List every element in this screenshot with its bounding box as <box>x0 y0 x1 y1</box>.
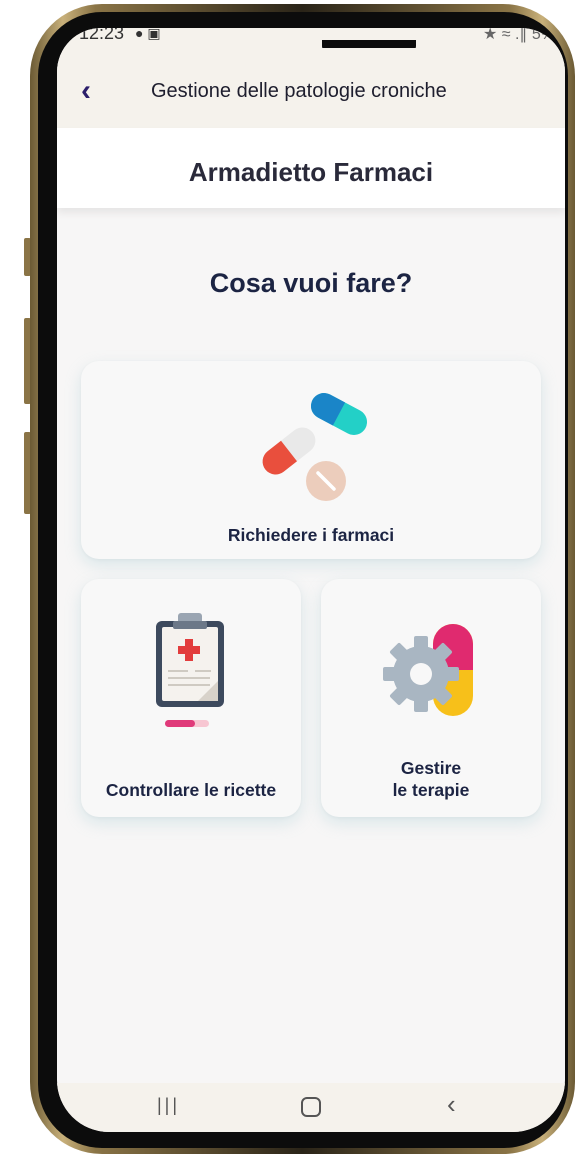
system-indicators: ★ ≈ .∥ 5% <box>482 28 555 43</box>
question-heading: Cosa vuoi fare? <box>209 268 413 298</box>
chevron-left-icon: ‹ <box>81 74 91 107</box>
system-nav-bar: ||| ‹ <box>57 1083 565 1132</box>
pills-icon <box>262 393 368 501</box>
title-bar: Armadietto Farmaci <box>57 128 565 208</box>
system-back-button[interactable]: ‹ <box>447 1089 456 1120</box>
request-medicines-card[interactable]: Richiedere i farmaci <box>81 361 541 559</box>
page-title: Armadietto Farmaci <box>188 157 434 187</box>
clipboard-icon <box>156 613 224 727</box>
check-prescriptions-label: Controllare le ricette <box>105 780 277 800</box>
manage-therapies-card[interactable]: Gestire le terapie <box>321 579 541 817</box>
recent-apps-button[interactable]: ||| <box>157 1095 180 1116</box>
status-time: 12:23 <box>79 28 125 43</box>
back-button[interactable]: ‹ <box>81 76 107 106</box>
status-bar: 12:23 ● ▣ ★ ≈ .∥ 5% <box>57 28 565 48</box>
app-header: ‹ Gestione delle patologie croniche <box>57 48 565 128</box>
request-medicines-label: Richiedere i farmaci <box>227 525 395 545</box>
manage-therapies-label-line1: Gestire <box>400 758 462 778</box>
manage-therapies-label: Gestire le terapie <box>321 757 541 801</box>
manage-therapies-label-line2: le terapie <box>392 780 470 800</box>
home-button[interactable] <box>301 1097 321 1117</box>
header-title: Gestione delle patologie croniche <box>151 80 447 102</box>
phone-screen: 12:23 ● ▣ ★ ≈ .∥ 5% ‹ Gestione delle pat… <box>57 28 565 1132</box>
notification-icons: ● ▣ <box>135 28 161 41</box>
check-prescriptions-card[interactable]: Controllare le ricette <box>81 579 301 817</box>
gear-capsule-icon <box>383 624 473 716</box>
